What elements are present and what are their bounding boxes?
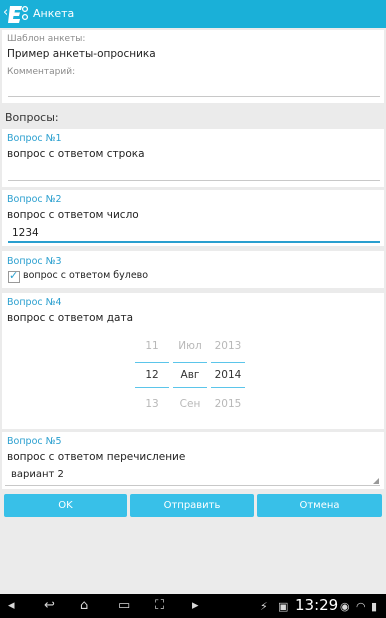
send-button[interactable]: Отправить bbox=[130, 494, 254, 517]
day-selector-line bbox=[135, 362, 169, 363]
number-answer-underline bbox=[8, 241, 380, 243]
template-label: Шаблон анкеты: bbox=[7, 34, 86, 44]
question-number: Вопрос №2 bbox=[7, 194, 62, 205]
checkbox-label: вопрос с ответом булево bbox=[23, 270, 149, 281]
app-logo-icon[interactable] bbox=[8, 3, 30, 25]
comment-label: Комментарий: bbox=[7, 67, 76, 77]
question-number: Вопрос №4 bbox=[7, 297, 62, 308]
checkmark-icon: ✓ bbox=[9, 269, 19, 282]
screenshot-icon[interactable]: ⛶ bbox=[155, 598, 164, 613]
boolean-checkbox[interactable]: ✓ bbox=[8, 269, 20, 283]
notification-icon: ▣ bbox=[278, 600, 289, 613]
wifi-icon: ◠ bbox=[356, 600, 366, 613]
string-answer-underline bbox=[8, 180, 380, 181]
question-number: Вопрос №1 bbox=[7, 133, 62, 144]
recent-apps-icon[interactable]: ▭ bbox=[118, 598, 130, 613]
questions-section-title: Вопросы: bbox=[5, 111, 59, 124]
day-prev[interactable]: 11 bbox=[135, 340, 169, 352]
question-text: вопрос с ответом дата bbox=[7, 312, 134, 324]
month-selector-line bbox=[173, 387, 207, 388]
number-answer-input[interactable]: 1234 bbox=[12, 227, 39, 239]
year-selector-line bbox=[211, 362, 245, 363]
eye-icon: ◉ bbox=[340, 600, 350, 613]
year-selected[interactable]: 2014 bbox=[211, 369, 245, 381]
battery-icon: ▮ bbox=[371, 600, 378, 613]
volume-up-icon[interactable]: ▸ bbox=[192, 598, 199, 613]
system-navigation-bar: ◂ ↩ ⌂ ▭ ⛶ ▸ ⚡ ▣ 13:29 ◉ ◠ ▮ bbox=[0, 594, 386, 618]
enum-selected-value: вариант 2 bbox=[11, 469, 64, 480]
month-selector-line bbox=[173, 362, 207, 363]
usb-icon: ⚡ bbox=[260, 600, 268, 613]
year-next[interactable]: 2015 bbox=[211, 398, 245, 410]
month-selected[interactable]: Авг bbox=[173, 369, 207, 381]
app-title: Анкета bbox=[33, 7, 75, 20]
day-next[interactable]: 13 bbox=[135, 398, 169, 410]
comment-field-underline bbox=[8, 96, 380, 97]
template-value: Пример анкеты-опросника bbox=[7, 48, 156, 60]
question-card: Вопрос №2 вопрос с ответом число 1234 bbox=[2, 190, 384, 246]
year-selector-line bbox=[211, 387, 245, 388]
day-selected[interactable]: 12 bbox=[135, 369, 169, 381]
home-icon[interactable]: ⌂ bbox=[80, 598, 88, 613]
question-text: вопрос с ответом строка bbox=[7, 148, 145, 160]
enum-answer-spinner[interactable]: вариант 2 bbox=[5, 467, 380, 486]
dropdown-arrow-icon bbox=[373, 478, 379, 484]
status-clock: 13:29 bbox=[295, 596, 339, 614]
ok-button[interactable]: OK bbox=[4, 494, 127, 517]
question-card: Вопрос №1 вопрос с ответом строка bbox=[2, 129, 384, 187]
question-number: Вопрос №5 bbox=[7, 436, 62, 447]
day-selector-line bbox=[135, 387, 169, 388]
template-card: Шаблон анкеты: Пример анкеты-опросника К… bbox=[2, 30, 384, 103]
month-next[interactable]: Сен bbox=[173, 398, 207, 410]
cancel-button[interactable]: Отмена bbox=[257, 494, 382, 517]
question-number: Вопрос №3 bbox=[7, 256, 62, 267]
question-text: вопрос с ответом перечисление bbox=[7, 451, 186, 463]
action-bar: ‹ Анкета bbox=[0, 0, 386, 28]
question-text: вопрос с ответом число bbox=[7, 209, 139, 221]
back-nav-icon[interactable]: ↩ bbox=[44, 598, 55, 613]
month-prev[interactable]: Июл bbox=[173, 340, 207, 352]
volume-down-icon[interactable]: ◂ bbox=[8, 598, 15, 613]
year-prev[interactable]: 2013 bbox=[211, 340, 245, 352]
